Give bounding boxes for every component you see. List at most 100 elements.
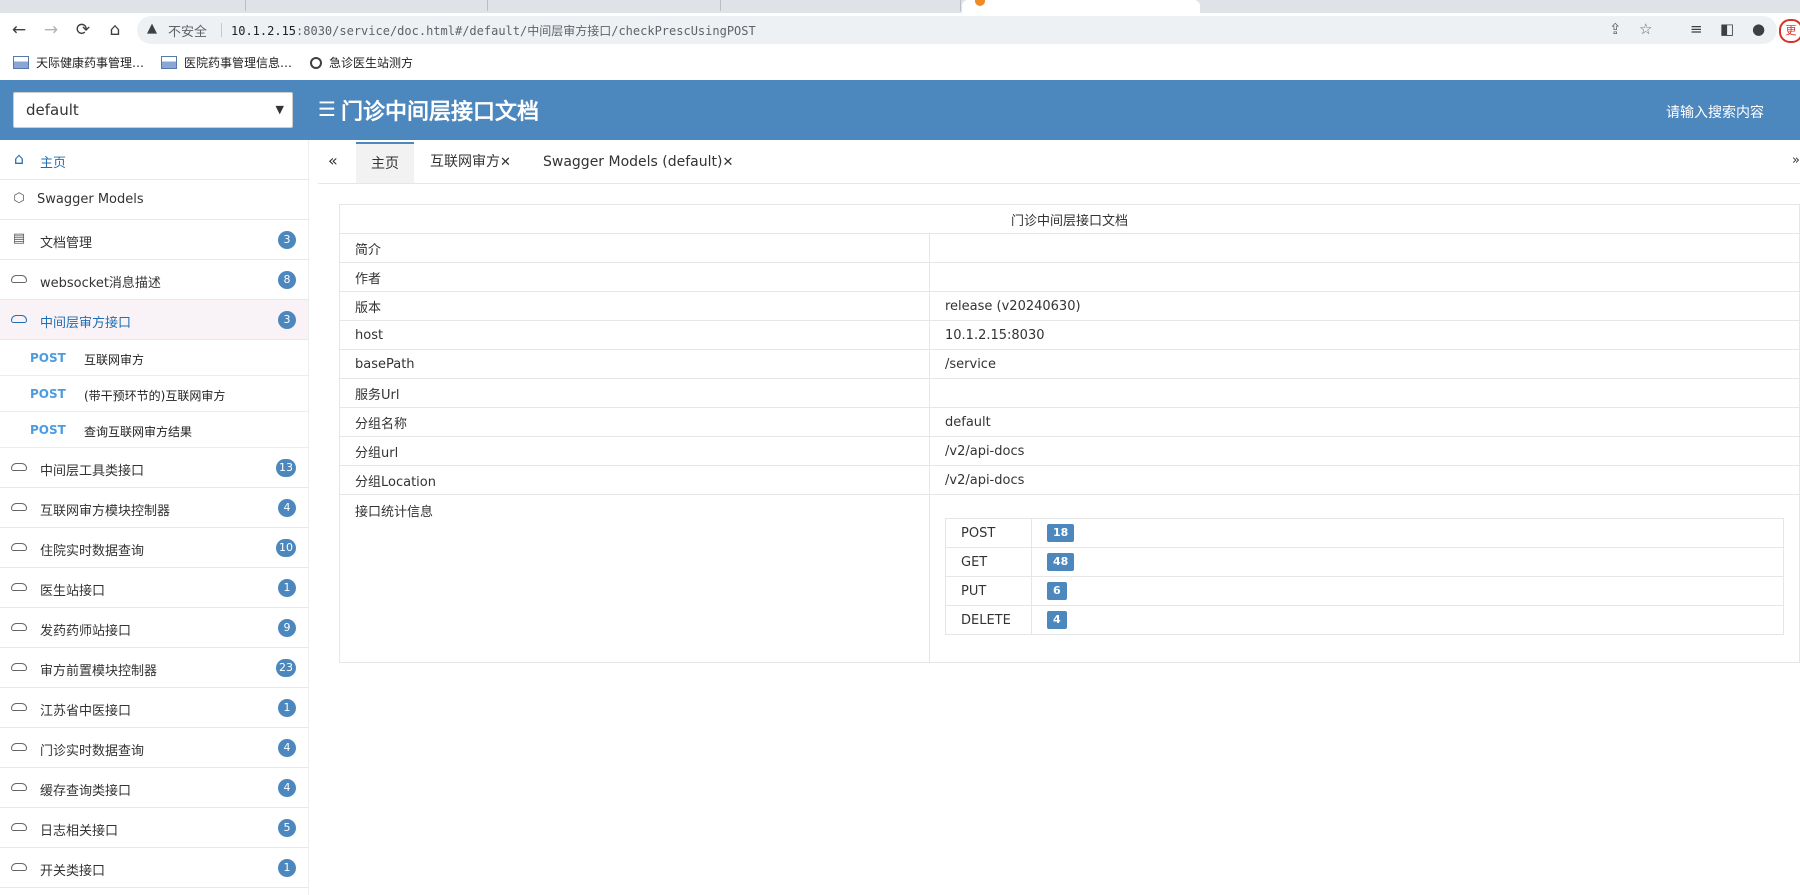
table-row: basePath /service — [339, 349, 1800, 379]
group-select[interactable]: default ▼ — [13, 92, 293, 128]
api-item[interactable]: POST 查询互联网审方结果 — [0, 412, 308, 448]
sidebar-item-middle-audit[interactable]: 中间层审方接口 3 — [0, 300, 308, 340]
api-item-label: 互联网审方 — [84, 353, 145, 367]
bookmark-item[interactable]: 急诊医生站测方 — [310, 54, 413, 71]
collapse-double-chevron-icon[interactable]: « — [328, 151, 338, 170]
sidebar-item-label: 互联网审方模块控制器 — [40, 504, 171, 519]
tab-scroll-right-icon[interactable]: » — [1792, 153, 1800, 168]
table-row: host 10.1.2.15:8030 — [339, 320, 1800, 350]
stats-method: DELETE — [945, 605, 1032, 635]
browser-tab[interactable] — [720, 0, 961, 11]
sidebar-item-cache[interactable]: 缓存查询类接口 4 — [0, 768, 308, 808]
address-bar[interactable]: ▲ 不安全 10.1.2.15:8030/service/doc.html#/d… — [137, 16, 1777, 44]
page-title: 门诊中间层接口文档 — [341, 100, 540, 125]
sidebar-item-label: 医生站接口 — [40, 584, 106, 599]
stats-method: GET — [945, 547, 1032, 577]
globe-icon — [310, 56, 322, 69]
sidebar-item-doctor-station[interactable]: 医生站接口 1 — [0, 568, 308, 608]
security-label[interactable]: 不安全 — [168, 21, 207, 40]
doc-title: 门诊中间层接口文档 — [339, 204, 1800, 234]
browser-toolbar: ← → ⟳ ⌂ ▲ 不安全 10.1.2.15:8030/service/doc… — [0, 13, 1800, 46]
cloud-icon — [10, 660, 28, 674]
home-icon[interactable]: ⌂ — [104, 19, 126, 41]
sidebar-item-internet-audit[interactable]: 互联网审方模块控制器 4 — [0, 488, 308, 528]
content-tab-bar: « 主页 互联网审方✕ Swagger Models (default)✕ » — [318, 141, 1800, 184]
doc-settings-icon: ▤ — [12, 231, 26, 246]
sidebar-item-label: 发药药师站接口 — [40, 624, 132, 639]
api-item[interactable]: POST (带干预环节的)互联网审方 — [0, 376, 308, 412]
sidebar-item-tools[interactable]: 中间层工具类接口 13 — [0, 448, 308, 488]
sidebar-item-label: 开关类接口 — [40, 864, 106, 879]
reading-list-icon[interactable]: ≡ — [1690, 20, 1703, 38]
stats-count-cell: 4 — [1031, 605, 1784, 635]
sidebar-item-swagger-models[interactable]: ⬡ Swagger Models — [0, 180, 308, 220]
star-icon[interactable]: ☆ — [1639, 20, 1652, 38]
url-text[interactable]: 10.1.2.15:8030/service/doc.html#/default… — [231, 22, 756, 39]
bookmark-item[interactable]: 天际健康药事管理… — [13, 54, 144, 71]
api-item[interactable]: POST 互联网审方 — [0, 340, 308, 376]
row-key: 简介 — [339, 233, 930, 263]
side-panel-icon[interactable]: ◧ — [1720, 20, 1734, 38]
account-icon[interactable]: ● — [1752, 20, 1765, 38]
profile-button[interactable]: 更 — [1779, 19, 1800, 43]
row-key: host — [339, 320, 930, 350]
close-icon[interactable]: ✕ — [722, 155, 733, 170]
sidebar-item-label: Swagger Models — [37, 192, 144, 207]
sidebar-item-pre-audit[interactable]: 审方前置模块控制器 23 — [0, 648, 308, 688]
warning-triangle-icon[interactable]: ▲ — [147, 21, 157, 36]
cloud-icon — [10, 312, 28, 326]
tab-home[interactable]: 主页 — [356, 142, 414, 183]
sidebar-item-label: 门诊实时数据查询 — [40, 744, 145, 759]
bookmark-favicon-icon — [161, 56, 177, 69]
close-icon[interactable]: ✕ — [500, 155, 511, 170]
sidebar-item-websocket[interactable]: websocket消息描述 8 — [0, 260, 308, 300]
cloud-icon — [10, 272, 28, 286]
count-badge: 1 — [278, 699, 296, 717]
cloud-icon — [10, 620, 28, 634]
bookmarks-bar: 天际健康药事管理… 医院药事管理信息… 急诊医生站测方 — [0, 46, 1800, 80]
count-badge: 1 — [278, 859, 296, 877]
tab-swagger-models[interactable]: Swagger Models (default)✕ — [528, 142, 748, 183]
browser-tab[interactable] — [487, 0, 721, 11]
http-method-label: POST — [30, 351, 66, 365]
sidebar-item-label: 审方前置模块控制器 — [40, 664, 158, 679]
search-input[interactable]: 请输入搜索内容 — [1666, 102, 1764, 122]
share-icon[interactable]: ⇪ — [1609, 20, 1622, 38]
sidebar-item-doc-management[interactable]: ▤ 文档管理 3 — [0, 220, 308, 260]
tab-label: 互联网审方 — [430, 154, 500, 170]
sidebar-item-home[interactable]: ⌂ 主页 — [0, 140, 308, 180]
bookmark-item[interactable]: 医院药事管理信息… — [161, 54, 292, 71]
tab-internet-audit[interactable]: 互联网审方✕ — [415, 142, 526, 183]
sidebar-item-label: 日志相关接口 — [40, 824, 119, 839]
list-indent-icon[interactable]: ☰ — [318, 97, 336, 121]
row-key: 分组url — [339, 436, 930, 466]
bookmark-label: 急诊医生站测方 — [329, 56, 414, 70]
row-key: 接口统计信息 — [339, 494, 930, 663]
reload-icon[interactable]: ⟳ — [72, 19, 94, 41]
sidebar-item-jiangsu-tcm[interactable]: 江苏省中医接口 1 — [0, 688, 308, 728]
count-badge: 3 — [278, 231, 296, 249]
browser-tab[interactable] — [245, 0, 488, 11]
bookmark-label: 天际健康药事管理… — [36, 56, 145, 70]
row-key: 版本 — [339, 291, 930, 321]
sidebar-item-logs[interactable]: 日志相关接口 5 — [0, 808, 308, 848]
browser-tab[interactable] — [0, 0, 246, 11]
count-badge: 8 — [278, 271, 296, 289]
sidebar-item-label: websocket消息描述 — [40, 276, 161, 291]
sidebar-item-label: 文档管理 — [40, 236, 93, 251]
sidebar-item-outpatient[interactable]: 门诊实时数据查询 4 — [0, 728, 308, 768]
forward-arrow-icon[interactable]: → — [40, 19, 62, 41]
sidebar-item-pharmacist-station[interactable]: 发药药师站接口 9 — [0, 608, 308, 648]
tab-label: Swagger Models (default) — [543, 154, 723, 170]
table-row: 分组url /v2/api-docs — [339, 436, 1800, 466]
sidebar-item-inpatient[interactable]: 住院实时数据查询 10 — [0, 528, 308, 568]
http-method-label: POST — [30, 423, 66, 437]
row-key: 服务Url — [339, 378, 930, 408]
back-arrow-icon[interactable]: ← — [8, 19, 30, 41]
stats-method: PUT — [945, 576, 1032, 606]
browser-tab-active[interactable] — [962, 0, 1200, 13]
sidebar-item-switch[interactable]: 开关类接口 1 — [0, 848, 308, 888]
tab-label: 主页 — [371, 156, 399, 172]
count-badge: 4 — [278, 499, 296, 517]
count-badge: 9 — [278, 619, 296, 637]
